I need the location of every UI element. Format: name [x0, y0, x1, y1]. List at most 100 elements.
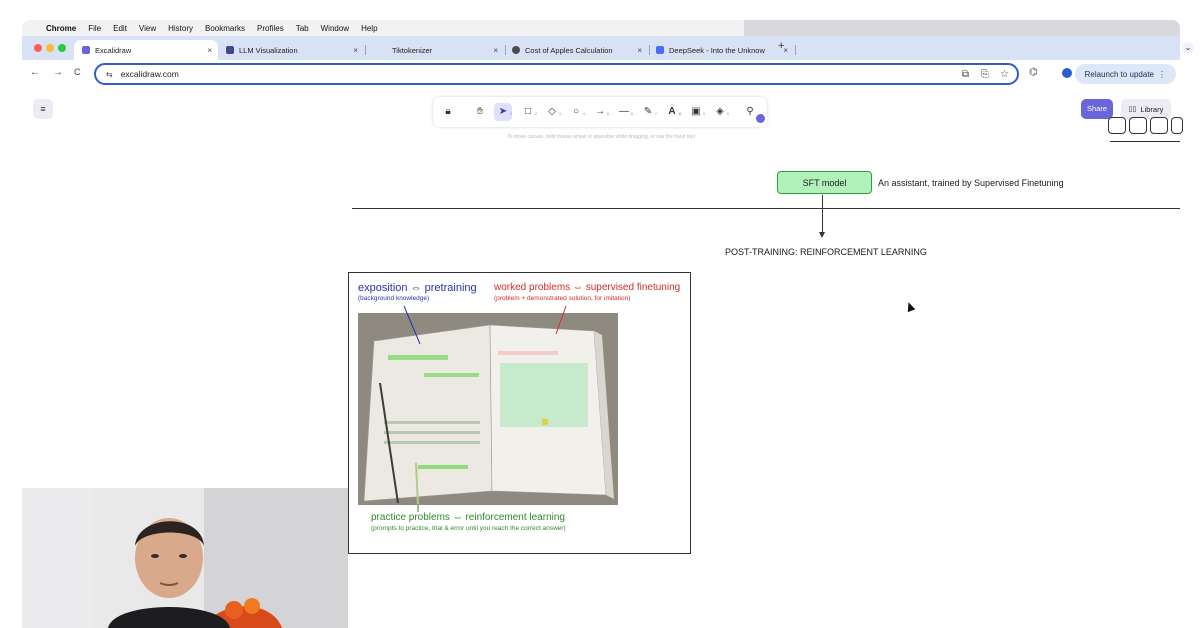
tab-close-icon[interactable]: × — [637, 46, 642, 55]
ellipse-tool[interactable]: ○ 4 — [567, 103, 585, 121]
download-page-icon[interactable]: ⎘ — [981, 69, 989, 80]
ellipse-icon: ○ — [572, 106, 580, 117]
down-arrow-shaft[interactable] — [822, 195, 823, 235]
text-icon: A — [668, 106, 676, 117]
arrow-icon: → — [595, 106, 605, 117]
pencil-icon: ✎ — [643, 106, 653, 117]
tab-close-icon[interactable]: × — [493, 46, 498, 55]
tab-close-icon[interactable]: × — [207, 46, 212, 55]
cast-icon[interactable]: ⧉ — [962, 69, 969, 80]
diamond-tool[interactable]: ◇ 3 — [543, 103, 561, 121]
selection-tool[interactable]: ➤ 1 — [494, 103, 512, 121]
lock-tool[interactable]: 🔒︎ — [439, 103, 457, 121]
post-training-heading[interactable]: POST-TRAINING: REINFORCEMENT LEARNING — [725, 247, 927, 257]
webcam-eye — [151, 554, 159, 558]
tab-search-chevron-icon[interactable]: ⌄ — [1182, 42, 1194, 54]
excalidraw-favicon-icon — [82, 46, 90, 54]
library-button[interactable]: ▯▯ Library — [1121, 99, 1171, 119]
forward-button[interactable]: → — [53, 67, 63, 78]
tab-title: Excalidraw — [95, 45, 132, 55]
site-info-icon[interactable]: ⇆ — [106, 70, 113, 79]
back-button[interactable]: ← — [30, 67, 40, 78]
webcam-overlay — [22, 488, 348, 628]
library-item[interactable] — [1129, 117, 1147, 134]
webcam-left-wall — [22, 488, 92, 628]
webcam-flower — [225, 601, 243, 619]
rectangle-tool[interactable]: □ 2 — [519, 103, 537, 121]
new-tab-button[interactable]: + — [778, 40, 784, 52]
macos-menubar: Chrome File Edit View History Bookmarks … — [22, 20, 1180, 36]
extensions-icon[interactable]: ⌬ — [1029, 67, 1038, 78]
url-text[interactable]: excalidraw.com — [121, 69, 179, 79]
library-divider — [1110, 141, 1180, 142]
library-item[interactable] — [1171, 117, 1183, 134]
tab-strip: Excalidraw × LLM Visualization × Tiktoke… — [22, 36, 1180, 60]
library-item[interactable] — [1150, 117, 1168, 134]
eraser-icon: ◈ — [716, 106, 724, 117]
tool-shortcut: 7 — [654, 111, 657, 116]
tab-title: LLM Visualization — [239, 45, 298, 55]
minimize-window-button[interactable] — [46, 44, 54, 52]
extra-tools-icon: ⚲ — [746, 106, 754, 117]
divider-line[interactable] — [352, 208, 1180, 209]
menu-help[interactable]: Help — [361, 24, 377, 33]
draw-tool[interactable]: ✎ 7 — [639, 103, 657, 121]
menu-window[interactable]: Window — [321, 24, 349, 33]
library-item[interactable] — [1108, 117, 1126, 134]
eraser-tool[interactable]: ◈ 0 — [711, 103, 729, 121]
worked-problems-pointer — [555, 305, 567, 335]
tool-shortcut: 2 — [534, 111, 537, 116]
sft-model-description[interactable]: An assistant, trained by Supervised Fine… — [878, 178, 1064, 188]
excalidraw-toolbar: 🔒︎ ✋︎ ➤ 1 □ 2 ◇ 3 ○ 4 → 5 —6 ✎ 7 A8 ▣ 9 ◈ 0 ⚲ — [433, 97, 767, 127]
tool-shortcut: 4 — [582, 111, 585, 116]
tool-shortcut: 0 — [726, 111, 729, 116]
relaunch-button[interactable]: Relaunch to update ⋮ — [1074, 64, 1176, 84]
menu-edit[interactable]: Edit — [113, 24, 127, 33]
share-button[interactable]: Share — [1081, 99, 1113, 119]
ai-badge-icon — [756, 114, 765, 123]
webcam-flower — [244, 598, 260, 614]
tab-close-icon[interactable]: × — [353, 46, 358, 55]
zoom-window-button[interactable] — [58, 44, 66, 52]
more-menu-icon[interactable]: ⋮ — [1158, 70, 1166, 79]
mouse-cursor-icon — [904, 300, 916, 313]
menu-bookmarks[interactable]: Bookmarks — [205, 24, 245, 33]
menu-profiles[interactable]: Profiles — [257, 24, 284, 33]
tool-shortcut: 1 — [509, 111, 512, 116]
menu-chrome[interactable]: Chrome — [46, 24, 76, 33]
menu-tab[interactable]: Tab — [296, 24, 309, 33]
rectangle-icon: □ — [524, 106, 532, 117]
menu-view[interactable]: View — [139, 24, 156, 33]
image-tool[interactable]: ▣ 9 — [687, 103, 705, 121]
exposition-pointer — [403, 305, 421, 345]
llm-viz-favicon-icon — [226, 46, 234, 54]
relaunch-label: Relaunch to update — [1084, 69, 1154, 79]
sft-model-box[interactable]: SFT model — [777, 171, 872, 194]
line-tool[interactable]: —6 — [615, 103, 633, 121]
deepseek-favicon-icon — [656, 46, 664, 54]
tab-deepseek[interactable]: DeepSeek - Into the Unknow × — [648, 40, 796, 60]
bookmark-star-icon[interactable]: ☆ — [1000, 69, 1009, 80]
menu-history[interactable]: History — [168, 24, 193, 33]
canvas-hint: To move canvas, hold mouse wheel or spac… — [507, 134, 695, 140]
tab-excalidraw[interactable]: Excalidraw × — [74, 40, 218, 60]
browser-toolbar: ← → C ⇆ excalidraw.com ⧉ ⎘ ☆ ⌬ Relaunch … — [22, 60, 1180, 88]
tab-tiktokenizer[interactable]: Tiktokenizer × — [364, 40, 506, 60]
profile-avatar-icon[interactable] — [1062, 68, 1072, 78]
tool-shortcut: 9 — [702, 111, 705, 116]
close-window-button[interactable] — [34, 44, 42, 52]
pointer-icon: ➤ — [498, 106, 508, 117]
tool-shortcut: 5 — [606, 111, 609, 116]
address-bar[interactable]: ⇆ excalidraw.com ⧉ ⎘ ☆ — [94, 63, 1019, 85]
line-icon: — — [619, 106, 629, 117]
reload-button[interactable]: C — [74, 67, 81, 77]
hamburger-menu-icon[interactable]: ≡ — [33, 99, 53, 119]
tab-title: Cost of Apples Calculation — [525, 45, 613, 55]
tab-llm-visualization[interactable]: LLM Visualization × — [218, 40, 366, 60]
tab-cost-of-apples[interactable]: Cost of Apples Calculation × — [504, 40, 650, 60]
arrow-tool[interactable]: → 5 — [591, 103, 609, 121]
menu-file[interactable]: File — [88, 24, 101, 33]
text-tool[interactable]: A8 — [663, 103, 681, 121]
hand-icon: ✋︎ — [477, 106, 483, 117]
hand-tool[interactable]: ✋︎ — [471, 103, 489, 121]
